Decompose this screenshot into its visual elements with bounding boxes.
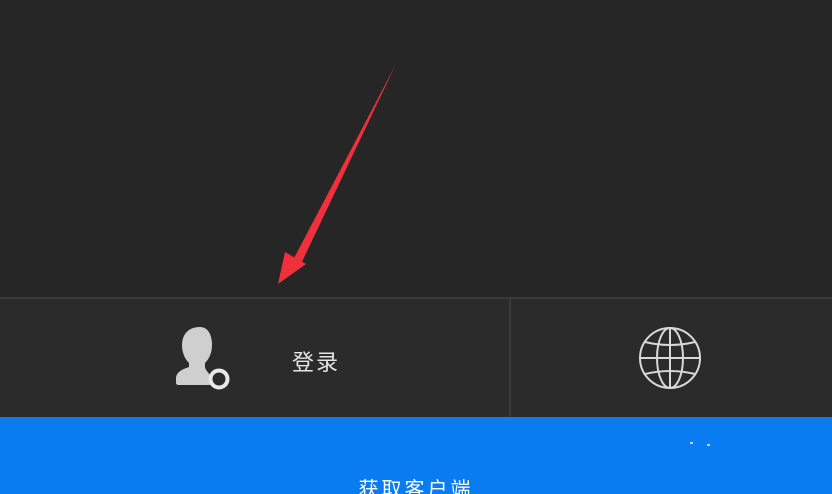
globe-icon (639, 327, 701, 389)
login-button[interactable]: 登录 (0, 299, 509, 417)
decorative-speck (690, 442, 693, 444)
get-client-button[interactable]: 获取客户端 (0, 417, 832, 494)
user-settings-icon (176, 327, 230, 390)
login-label: 登录 (292, 351, 341, 376)
get-client-label: 获取客户端 (358, 477, 474, 494)
bottom-toolbar: 登录 (0, 297, 832, 417)
decorative-speck (707, 444, 710, 446)
language-button[interactable] (511, 299, 832, 417)
